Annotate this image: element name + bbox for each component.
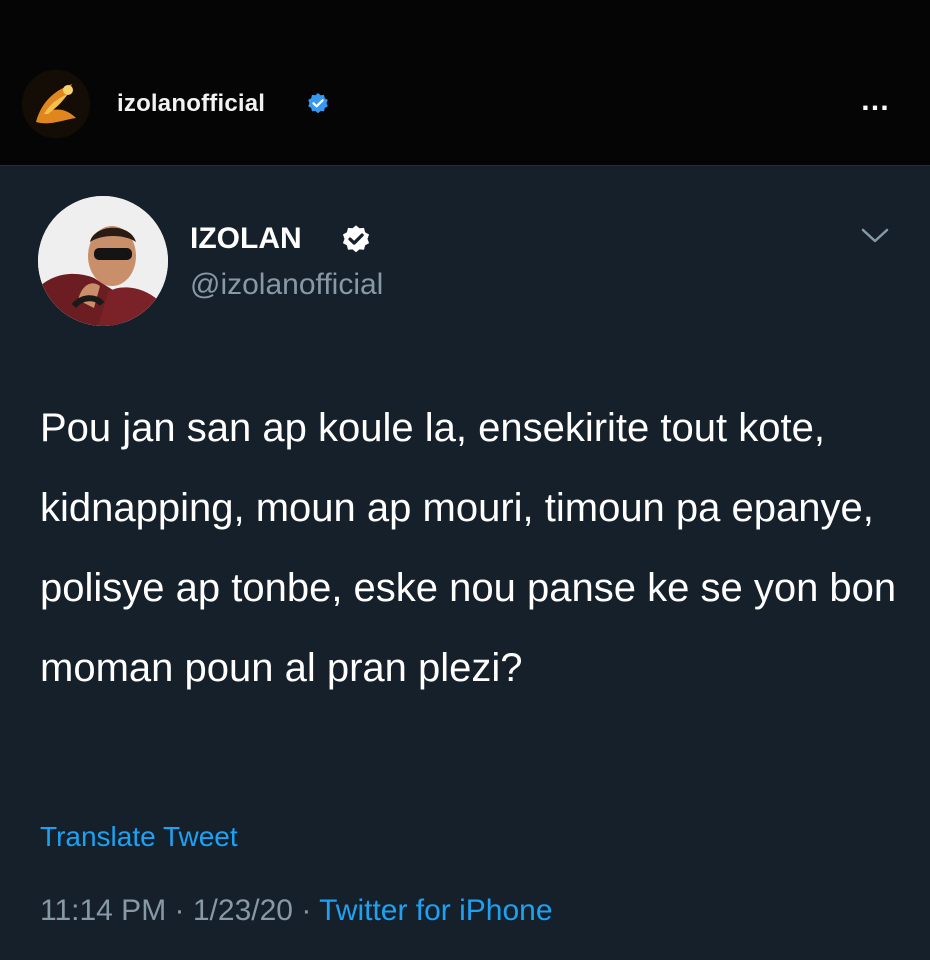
tweet-date: 1/23/20: [192, 894, 293, 927]
tweet-handle[interactable]: @izolanofficial: [190, 268, 383, 302]
more-options-icon[interactable]: …: [860, 86, 893, 116]
tweet-metadata: 11:14 PM · 1/23/20 · Twitter for iPhone: [40, 894, 553, 928]
tweet-text: Pou jan san ap koule la, ensekirite tout…: [40, 406, 897, 690]
twitter-avatar[interactable]: [38, 196, 168, 326]
instagram-username[interactable]: izolanofficial: [117, 90, 265, 118]
tweet-card: IZOLAN @izolanofficial Pou jan san ap ko…: [0, 166, 930, 960]
instagram-post-header: izolanofficial …: [0, 0, 930, 166]
tweet-time: 11:14 PM: [40, 894, 167, 927]
chevron-down-icon[interactable]: [860, 226, 890, 246]
translate-tweet-link[interactable]: Translate Tweet: [40, 821, 238, 853]
tweet-display-name[interactable]: IZOLAN: [190, 222, 302, 256]
verified-badge-icon: [308, 93, 328, 114]
verified-badge-icon: [342, 225, 370, 253]
tweet-source-link[interactable]: Twitter for iPhone: [319, 894, 552, 927]
instagram-avatar[interactable]: [22, 70, 90, 138]
meta-separator: ·: [174, 894, 185, 927]
meta-separator: ·: [301, 894, 312, 927]
